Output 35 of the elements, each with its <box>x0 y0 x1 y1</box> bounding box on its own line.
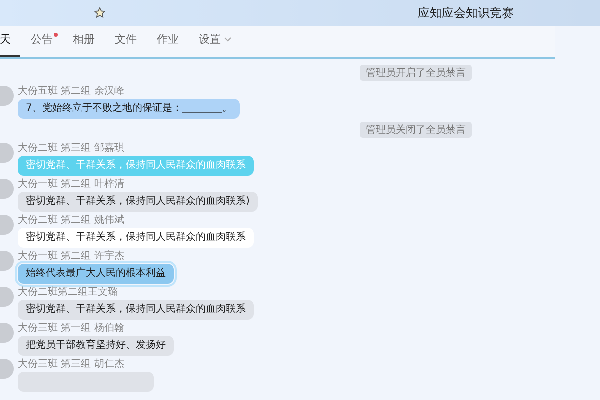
notification-dot <box>54 33 58 37</box>
sender-name: 大份一班 第二组 许宇杰 <box>18 251 124 263</box>
avatar <box>0 323 14 343</box>
tab[interactable]: 公告 <box>22 32 62 57</box>
avatar <box>0 287 14 307</box>
system-notice: 管理员开启了全员禁言 <box>360 65 472 81</box>
window-title: 应知应会知识竞赛 <box>418 4 514 22</box>
sender-name: 大份三班 第三组 胡仁杰 <box>18 359 124 371</box>
message-bubble: 密切党群、干群关系，保持同人民群众的血肉联系 <box>18 228 254 248</box>
sender-name: 大份二班第二组王文璐 <box>18 287 118 299</box>
message-bubble: 密切党群、干群关系，保持同人民群众的血肉联系 <box>18 300 254 320</box>
avatar <box>0 143 14 163</box>
sender-name: 大份一班 第二组 叶梓清 <box>18 179 124 191</box>
message-bubble: 密切党群、干群关系，保持同人民群众的血肉联系 <box>18 156 254 176</box>
sender-name: 大份二班 第三组 邹嘉琪 <box>18 143 124 155</box>
tab[interactable]: 文件 <box>106 32 146 57</box>
avatar <box>0 215 14 235</box>
tab[interactable]: 作业 <box>148 32 188 57</box>
message-bubble: 把党员干部教育坚持好、发扬好 <box>18 336 174 356</box>
message-bubble: 始终代表最广大人民的根本利益 <box>18 264 174 284</box>
avatar <box>0 251 14 271</box>
message-bubble: 密切党群、干群关系，保持同人民群众的血肉联系) <box>18 192 258 212</box>
message-bubble: 7、党始终立于不败之地的保证是：________。 <box>18 99 240 119</box>
avatar <box>0 179 14 199</box>
tab[interactable]: 相册 <box>64 32 104 57</box>
sender-name: 大份五班 第二组 余汉峰 <box>18 86 124 98</box>
chevron-icon <box>224 36 232 42</box>
tab[interactable]: 设置 <box>190 32 241 57</box>
avatar <box>0 359 14 379</box>
avatar <box>0 86 14 106</box>
tab[interactable]: 天 <box>0 32 20 57</box>
sender-name: 大份二班 第二组 姚伟斌 <box>18 215 124 227</box>
sender-name: 大份三班 第一组 杨伯翰 <box>18 323 124 335</box>
star-icon <box>94 7 106 19</box>
system-notice: 管理员关闭了全员禁言 <box>360 122 472 138</box>
